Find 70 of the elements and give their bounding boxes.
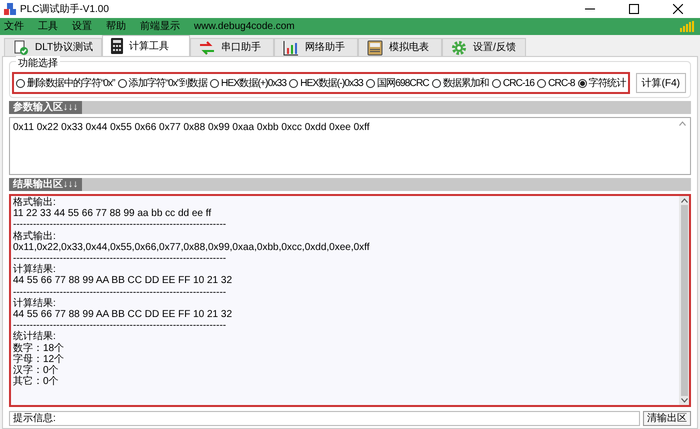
- scroll-up-icon: [679, 121, 686, 126]
- output-line: 数字：18个: [13, 342, 64, 354]
- output-line: 44 55 66 77 88 99 AA BB CC DD EE FF 10 21 32: [13, 275, 232, 287]
- menu-item[interactable]: 帮助: [106, 19, 126, 34]
- output-line: 计算结果:: [13, 298, 56, 310]
- tab[interactable]: 设置/反馈: [442, 38, 526, 56]
- output-text-area[interactable]: [9, 194, 691, 407]
- section-header: 结果输出区↓↓↓: [9, 178, 82, 191]
- output-line: 0x11,0x22,0x33,0x44,0x55,0x66,0x77,0x88,0x99,0xaa,0xbb,0xcc,0xdd,0xee,0xff: [13, 242, 370, 254]
- radio-option[interactable]: 数据累加和: [432, 76, 489, 90]
- radio-option[interactable]: 添加字符“0x”到数据: [118, 76, 208, 90]
- menu-item[interactable]: 工具: [38, 19, 58, 34]
- radio-button[interactable]: [366, 78, 375, 88]
- scrollbar[interactable]: [679, 196, 689, 405]
- tab[interactable]: 模拟电表: [358, 38, 442, 56]
- output-line: ----------------------------------------------------------------: [13, 320, 226, 332]
- radio-button[interactable]: [210, 78, 220, 88]
- maximize-icon: [629, 4, 639, 14]
- status-label: 提示信息:: [13, 412, 56, 426]
- output-line: 计算结果:: [13, 264, 56, 276]
- scrollbar-thumb[interactable]: [680, 205, 688, 396]
- output-line: 汉字：0个: [13, 365, 59, 376]
- bar-chart-icon: [283, 40, 300, 56]
- calculate-button[interactable]: 计算(F4): [636, 73, 686, 93]
- app-logo-icon: [4, 3, 16, 15]
- output-line: 格式输出:: [13, 197, 56, 208]
- output-line: 格式输出:: [13, 230, 56, 242]
- tab[interactable]: 计算工具: [102, 35, 190, 56]
- radio-button[interactable]: [492, 78, 501, 88]
- radio-button[interactable]: [432, 78, 441, 88]
- radio-button[interactable]: [118, 78, 127, 88]
- radio-option[interactable]: CRC-16: [492, 76, 534, 90]
- calculator-icon: [111, 38, 124, 54]
- radio-option[interactable]: 国网698CRC: [366, 76, 429, 90]
- output-line: ----------------------------------------------------------------: [13, 219, 226, 230]
- close-icon: [673, 4, 683, 14]
- radio-option[interactable]: 删除数据中的字符“0x”: [16, 76, 115, 90]
- tab[interactable]: DLT协议测试: [4, 38, 102, 56]
- output-line: 44 55 66 77 88 99 AA BB CC DD EE FF 10 21 32: [13, 309, 232, 320]
- window-title: PLC调试助手-V1.00: [20, 2, 109, 16]
- tab[interactable]: 串口助手: [190, 38, 274, 56]
- radio-option[interactable]: HEX数据(-)0x33: [289, 76, 363, 90]
- menu-item[interactable]: www.debug4code.com: [194, 19, 295, 34]
- section-header: 参数输入区↓↓↓: [9, 101, 82, 114]
- arrows-icon: [199, 40, 216, 54]
- radio-button[interactable]: [289, 78, 298, 88]
- menu-item[interactable]: 前端显示: [140, 19, 180, 34]
- output-line: 字母：12个: [13, 354, 64, 365]
- menu-item[interactable]: 设置: [72, 19, 92, 34]
- output-line: ----------------------------------------------------------------: [13, 286, 226, 298]
- output-line: 11 22 33 44 55 66 77 88 99 aa bb cc dd ee ff: [13, 208, 212, 220]
- output-line: 统计结果:: [13, 331, 56, 342]
- document-check-icon: [13, 40, 29, 56]
- scroll-down-icon: [680, 398, 688, 403]
- radio-option[interactable]: HEX数据(+)0x33: [210, 76, 286, 90]
- radio-option[interactable]: CRC-8: [537, 76, 575, 90]
- radio-button[interactable]: [578, 78, 587, 88]
- input-text-area[interactable]: 0x11 0x22 0x33 0x44 0x55 0x66 0x77 0x88 0x99 0xaa 0xbb 0xcc 0xdd 0xee 0xff: [9, 117, 691, 175]
- signal-bars-icon: [680, 21, 696, 32]
- output-line: 其它：0个: [13, 376, 59, 388]
- output-line: ----------------------------------------------------------------: [13, 253, 226, 264]
- radio-option[interactable]: 字符统计: [578, 76, 626, 90]
- radio-button[interactable]: [16, 78, 25, 88]
- clear-output-button[interactable]: 清输出区: [643, 410, 691, 426]
- menu-item[interactable]: 文件: [4, 19, 24, 34]
- scroll-up-icon: [680, 198, 688, 203]
- input-text: 0x11 0x22 0x33 0x44 0x55 0x66 0x77 0x88 0x99 0xaa 0xbb 0xcc 0xdd 0xee 0xff: [13, 122, 370, 133]
- meter-icon: [367, 40, 384, 56]
- tab[interactable]: 网络助手: [274, 38, 358, 56]
- radio-button[interactable]: [537, 78, 546, 88]
